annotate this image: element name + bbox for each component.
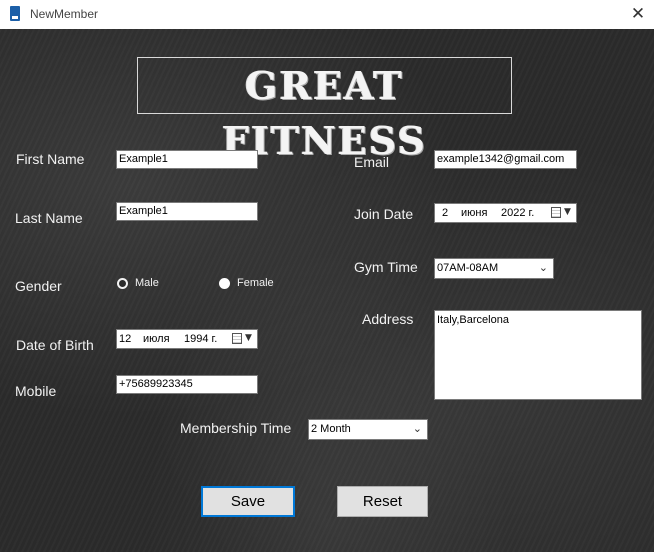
chevron-down-icon: ⌄: [412, 422, 422, 435]
join-day: 2: [442, 207, 449, 219]
gym-time-value: 07AM-08AM: [437, 262, 499, 274]
dob-date-picker[interactable]: 12 июля 1994 г. ▼: [116, 329, 258, 349]
join-date-label: Join Date: [354, 206, 414, 222]
reset-button[interactable]: Reset: [337, 486, 428, 517]
gender-label: Gender: [15, 278, 62, 294]
window-title: NewMember: [30, 7, 99, 21]
last-name-field[interactable]: Example1: [116, 202, 258, 221]
address-label: Address: [362, 311, 414, 327]
mobile-label: Mobile: [15, 383, 57, 399]
gender-female-radio[interactable]: [219, 278, 230, 289]
email-label: Email: [354, 154, 390, 170]
gender-male-radio[interactable]: [117, 278, 128, 289]
dropdown-arrow-icon: ▼: [564, 207, 571, 217]
dob-day: 12: [119, 333, 132, 345]
calendar-icon: [551, 207, 561, 218]
address-textarea[interactable]: Italy,Barcelona: [434, 310, 642, 400]
form-panel: GREAT FITNESS First Name Example1 Last N…: [0, 29, 654, 552]
save-button[interactable]: Save: [201, 486, 295, 517]
last-name-label: Last Name: [15, 210, 83, 226]
email-field[interactable]: example1342@gmail.com: [434, 150, 577, 169]
logo: GREAT FITNESS: [137, 57, 512, 163]
join-year: 2022 г.: [501, 207, 535, 219]
gym-time-label: Gym Time: [354, 259, 418, 275]
first-name-field[interactable]: Example1: [116, 150, 258, 169]
chevron-down-icon: ⌄: [538, 261, 548, 274]
dropdown-arrow-icon: ▼: [245, 333, 252, 343]
close-icon[interactable]: ✕: [626, 2, 650, 26]
dob-month: июля: [143, 333, 170, 345]
gender-female-label: Female: [237, 277, 274, 289]
dob-year: 1994 г.: [184, 333, 218, 345]
membership-time-value: 2 Month: [311, 423, 351, 435]
mobile-field[interactable]: +75689923345: [116, 375, 258, 394]
gym-time-select[interactable]: 07AM-08AM ⌄: [434, 258, 554, 279]
membership-time-label: Membership Time: [180, 420, 292, 436]
logo-text: GREAT FITNESS: [222, 63, 427, 163]
first-name-label: First Name: [16, 151, 85, 167]
calendar-icon: [232, 333, 242, 344]
join-date-picker[interactable]: 2 июня 2022 г. ▼: [434, 203, 577, 223]
gender-male-label: Male: [135, 277, 159, 289]
app-icon: [10, 6, 20, 21]
join-month: июня: [461, 207, 488, 219]
title-bar: NewMember ✕: [0, 0, 654, 29]
dob-label: Date of Birth: [16, 337, 94, 353]
membership-time-select[interactable]: 2 Month ⌄: [308, 419, 428, 440]
new-member-window: NewMember ✕ GREAT FITNESS First Name Exa…: [0, 0, 654, 552]
